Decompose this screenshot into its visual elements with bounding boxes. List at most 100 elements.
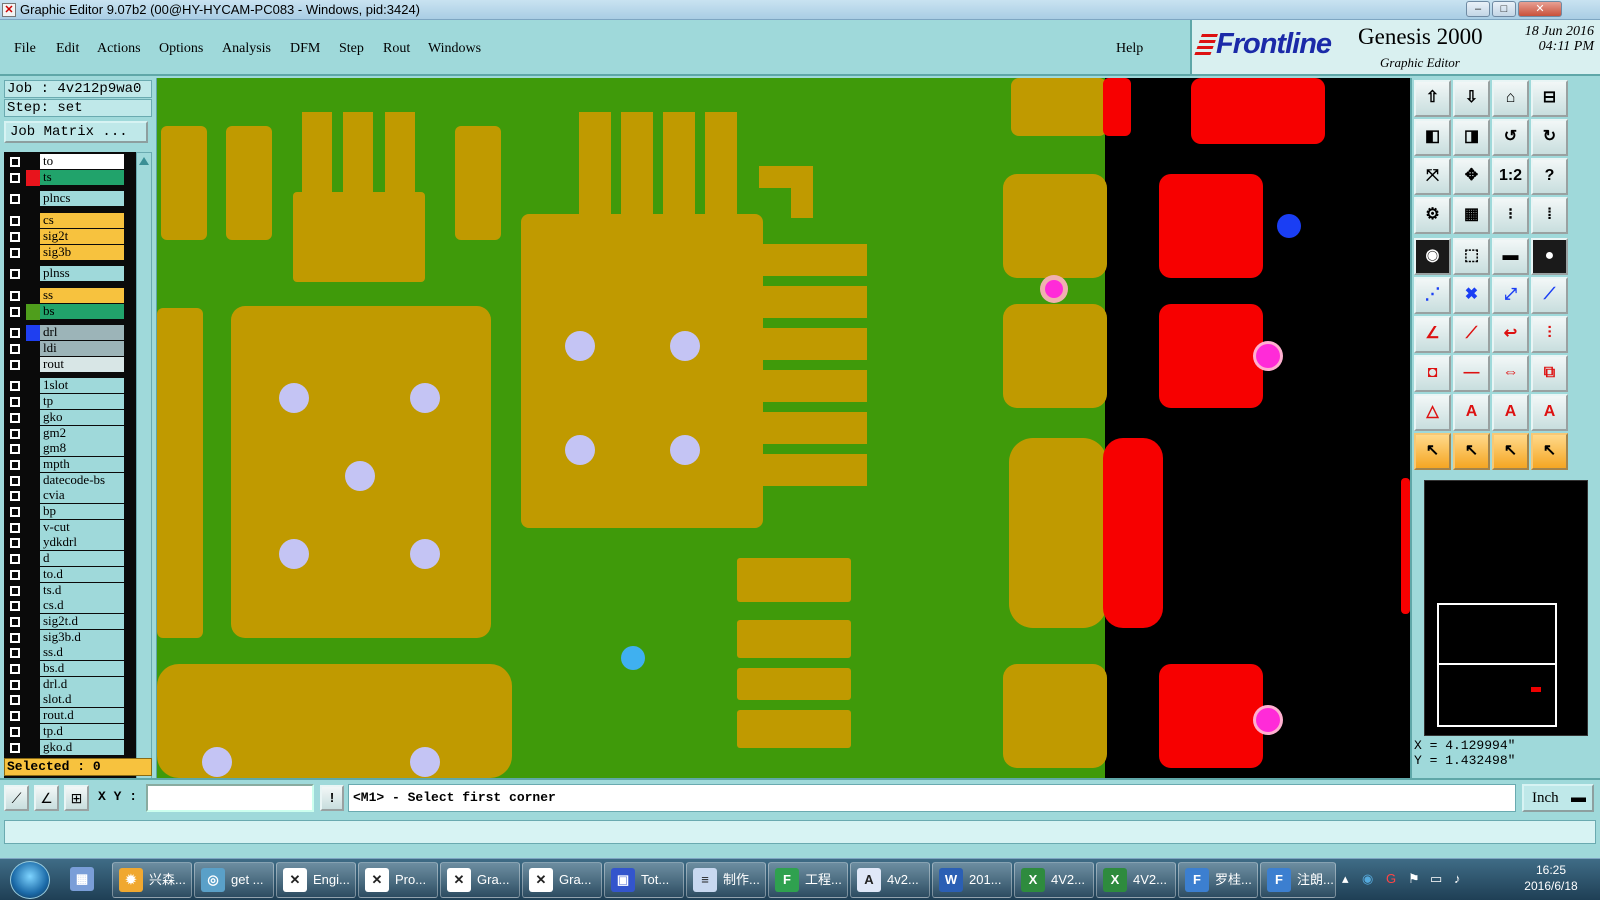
layer-checkbox[interactable] — [10, 679, 20, 690]
layer-name[interactable]: bs — [40, 303, 124, 319]
layer-color-swatch[interactable] — [26, 456, 40, 473]
job-matrix-button[interactable]: Job Matrix ... — [4, 121, 148, 143]
layer-checkbox[interactable] — [10, 412, 20, 423]
layer-checkbox[interactable] — [10, 157, 20, 167]
layer-checkbox[interactable] — [10, 231, 20, 242]
layer-row-gm8[interactable]: gm8 — [4, 441, 136, 458]
layer-checkbox[interactable] — [10, 306, 20, 317]
layer-color-swatch[interactable] — [26, 303, 40, 320]
menu-dfm[interactable]: DFM — [290, 41, 320, 57]
layer-name[interactable]: tp — [40, 394, 124, 410]
maximize-button[interactable]: □ — [1492, 1, 1516, 17]
layer-color-swatch[interactable] — [26, 551, 40, 568]
taskbar-item[interactable]: ✕ Gra... — [440, 862, 520, 898]
layer-checkbox[interactable] — [10, 381, 20, 392]
layer-row-sig2t[interactable]: sig2t — [4, 228, 136, 245]
taskbar-item[interactable]: ▣ Tot... — [604, 862, 684, 898]
layer-row-tp-d[interactable]: tp.d — [4, 723, 136, 740]
line-icon[interactable]: ⟋ — [1531, 277, 1568, 314]
layer-row-rout[interactable]: rout — [4, 356, 136, 373]
layer-checkbox[interactable] — [10, 554, 20, 565]
layer-name[interactable]: sig3b.d — [40, 629, 124, 645]
layer-checkbox[interactable] — [10, 344, 20, 354]
layer-checkbox[interactable] — [10, 742, 20, 753]
minus-icon[interactable]: — — [1453, 355, 1490, 392]
layer-row-cs[interactable]: cs — [4, 213, 136, 230]
taskbar-item[interactable]: F 工程... — [768, 862, 848, 898]
start-button[interactable] — [10, 861, 50, 899]
layer-name[interactable]: drl — [40, 325, 124, 341]
layer-checkbox[interactable] — [10, 290, 20, 301]
scroll-up-icon[interactable] — [139, 155, 149, 165]
layer-name[interactable]: ydkdrl — [40, 535, 124, 551]
layer-color-swatch[interactable] — [26, 566, 40, 583]
layer-row-sig2t-d[interactable]: sig2t.d — [4, 613, 136, 630]
layer-checkbox[interactable] — [10, 247, 20, 258]
grid-snap-button[interactable]: ⊞ — [64, 785, 89, 811]
explorer-quick-launch[interactable]: ▦ — [64, 862, 104, 898]
system-clock[interactable]: 16:25 2016/6/18 — [1508, 862, 1594, 894]
pan-right-icon[interactable]: ◨ — [1453, 119, 1490, 156]
layer-name[interactable]: rout.d — [40, 708, 124, 724]
layer-name[interactable]: ts.d — [40, 582, 124, 598]
menu-windows[interactable]: Windows — [428, 41, 481, 57]
triangle-a2-icon[interactable]: A — [1492, 394, 1529, 431]
layer-color-swatch[interactable] — [26, 228, 40, 245]
layer-row-ts[interactable]: ts — [4, 169, 136, 186]
layer-color-swatch[interactable] — [26, 739, 40, 756]
triangle-a3-icon[interactable]: A — [1531, 394, 1568, 431]
layer-row-bs[interactable]: bs — [4, 303, 136, 320]
layer-name[interactable]: ldi — [40, 341, 124, 356]
layer-checkbox[interactable] — [10, 507, 20, 517]
layer-color-swatch[interactable] — [26, 441, 40, 458]
taskbar-item[interactable]: ✹ 兴森... — [112, 862, 192, 898]
layer-checkbox[interactable] — [10, 444, 20, 455]
fit-icon[interactable]: ⤧ — [1414, 158, 1451, 195]
taskbar-item[interactable]: A 4v2... — [850, 862, 930, 898]
layer-row-ss-d[interactable]: ss.d — [4, 645, 136, 662]
layer-name[interactable]: plnss — [40, 266, 124, 282]
layer-name[interactable]: cs — [40, 213, 124, 229]
layer-checkbox[interactable] — [10, 616, 20, 627]
layer-checkbox[interactable] — [10, 711, 20, 722]
close-button[interactable]: ✕ — [1518, 1, 1562, 17]
tray-monitor-icon[interactable]: ▭ — [1430, 871, 1442, 887]
minimize-button[interactable]: – — [1466, 1, 1490, 17]
layer-checkbox[interactable] — [10, 522, 20, 533]
layer-name[interactable]: ts — [40, 169, 124, 185]
menu-analysis[interactable]: Analysis — [222, 41, 271, 57]
layer-row-tp[interactable]: tp — [4, 394, 136, 411]
home-icon[interactable]: ⌂ — [1492, 80, 1529, 117]
taskbar-item[interactable]: W 201... — [932, 862, 1012, 898]
layer-scrollbar[interactable] — [136, 152, 152, 828]
layer-name[interactable]: ss — [40, 287, 124, 303]
layer-row-gko[interactable]: gko — [4, 409, 136, 426]
layer-checkbox[interactable] — [10, 216, 20, 227]
pan-left-icon[interactable]: ◧ — [1414, 119, 1451, 156]
info-button[interactable]: ! — [320, 785, 344, 811]
layer-name[interactable]: sig2t — [40, 228, 124, 244]
layer-row-drl-d[interactable]: drl.d — [4, 676, 136, 693]
pointer-box-icon[interactable]: ↖ — [1453, 433, 1490, 470]
tray-volume-icon[interactable]: ♪ — [1454, 871, 1461, 886]
layer-color-swatch[interactable] — [26, 472, 40, 489]
menu-rout[interactable]: Rout — [383, 41, 410, 57]
angle-mode-button[interactable]: ∠ — [34, 785, 59, 811]
layer-row-d[interactable]: d — [4, 551, 136, 568]
zoom-window-icon[interactable]: ⊟ — [1531, 80, 1568, 117]
layer-name[interactable]: plncs — [40, 191, 124, 207]
taskbar-item[interactable]: ◎ get ... — [194, 862, 274, 898]
layer-name[interactable]: bp — [40, 504, 124, 519]
layer-color-swatch[interactable] — [26, 519, 40, 536]
layer-row-gm2[interactable]: gm2 — [4, 425, 136, 442]
layer-checkbox[interactable] — [10, 648, 20, 659]
layer-checkbox[interactable] — [10, 601, 20, 612]
layer-name[interactable]: mpth — [40, 456, 124, 472]
layer-color-swatch[interactable] — [26, 708, 40, 725]
layer-name[interactable]: slot.d — [40, 692, 124, 708]
layer-row-plnss[interactable]: plnss — [4, 266, 136, 283]
layer-checkbox[interactable] — [10, 726, 20, 737]
layer-name[interactable]: rout — [40, 356, 124, 372]
layer-name[interactable]: drl.d — [40, 676, 124, 692]
layer-row-bp[interactable]: bp — [4, 504, 136, 520]
